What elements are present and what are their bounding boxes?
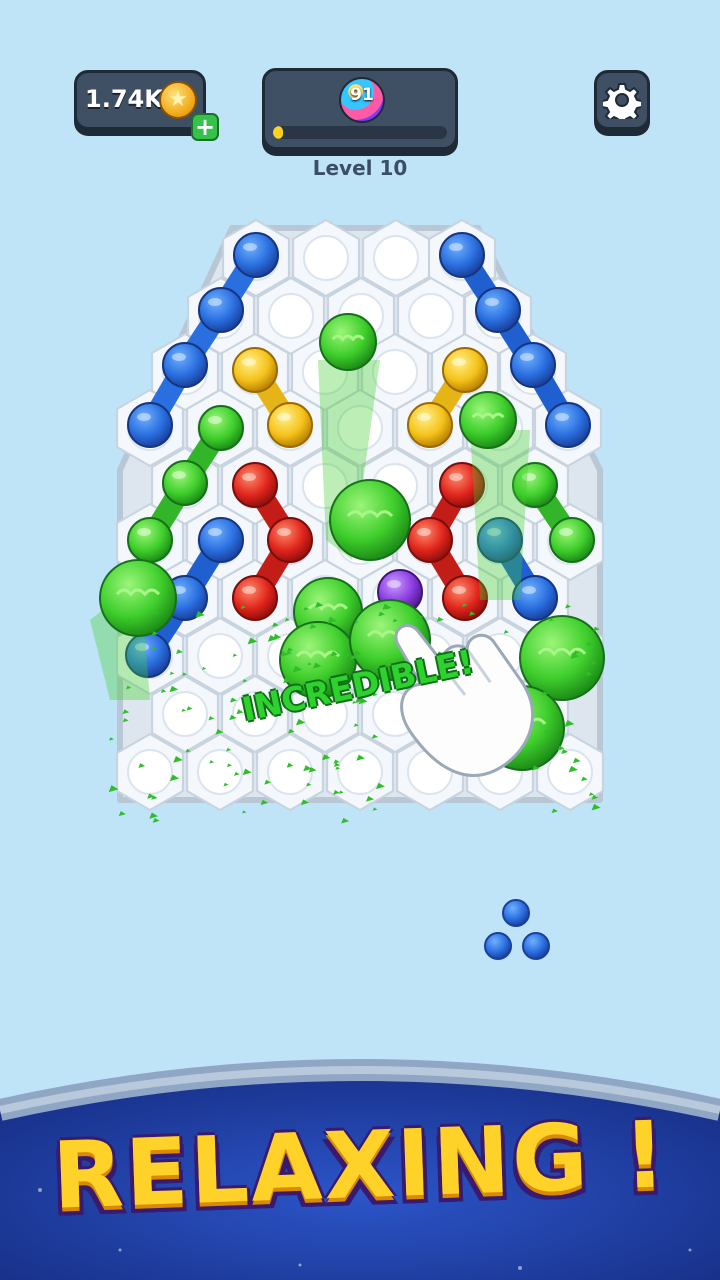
ball-shine (172, 471, 186, 479)
yellow-ball[interactable] (442, 347, 488, 393)
ball-shine (559, 528, 573, 536)
green-ball[interactable] (198, 405, 244, 451)
ball-shine (417, 528, 431, 536)
ball-shine (137, 528, 151, 536)
red-ball[interactable] (232, 575, 278, 621)
hex-board[interactable] (0, 0, 720, 1040)
ball-shine (243, 243, 257, 251)
confetti-piece (551, 808, 558, 814)
flying-green-ball (99, 559, 177, 637)
next-ball (484, 932, 512, 960)
blue-ball[interactable] (198, 517, 244, 563)
ball-shine (137, 413, 151, 421)
ball-shine (449, 473, 463, 481)
confetti-piece (152, 817, 160, 823)
confetti-piece (591, 803, 601, 811)
blue-ball[interactable] (545, 402, 591, 448)
confetti-piece (242, 810, 247, 814)
confetti-piece (118, 811, 126, 817)
hex-socket (162, 691, 208, 737)
red-ball[interactable] (407, 517, 453, 563)
yellow-ball[interactable] (232, 347, 278, 393)
ball-shine (242, 473, 256, 481)
blue-ball[interactable] (233, 232, 279, 278)
confetti-piece (109, 737, 114, 741)
hex-socket (372, 349, 418, 395)
ball-shine (387, 580, 401, 588)
ball-shine (208, 416, 222, 424)
flying-green-ball (319, 313, 377, 371)
next-ball (522, 932, 550, 960)
ball-shine (520, 353, 534, 361)
yellow-ball[interactable] (407, 402, 453, 448)
ball-shine (417, 413, 431, 421)
flying-green-ball (329, 479, 411, 561)
ball-shine (277, 413, 291, 421)
ball-shine (522, 586, 536, 594)
next-ball (502, 899, 530, 927)
green-ball[interactable] (549, 517, 595, 563)
green-ball[interactable] (127, 517, 173, 563)
ball-shine (208, 298, 222, 306)
hex-socket (267, 749, 313, 795)
next-balls[interactable] (484, 899, 550, 960)
red-ball[interactable] (232, 462, 278, 508)
ball-shine (452, 358, 466, 366)
ball-shine (242, 358, 256, 366)
ball-shine (172, 353, 186, 361)
yellow-ball[interactable] (267, 402, 313, 448)
blue-ball[interactable] (475, 287, 521, 333)
blue-ball[interactable] (510, 342, 556, 388)
hex-socket (127, 749, 173, 795)
blue-ball[interactable] (162, 342, 208, 388)
ball-shine (242, 586, 256, 594)
confetti-piece (341, 817, 350, 824)
hex-socket (197, 749, 243, 795)
hex-socket (408, 293, 454, 339)
ball-shine (485, 298, 499, 306)
hex-socket (303, 235, 349, 281)
flying-green-ball (459, 391, 517, 449)
ball-shine (449, 243, 463, 251)
green-ball[interactable] (162, 460, 208, 506)
confetti-piece (372, 807, 378, 811)
red-ball[interactable] (267, 517, 313, 563)
hex-socket (268, 293, 314, 339)
ball-shine (277, 528, 291, 536)
hex-socket (373, 235, 419, 281)
confetti-piece (149, 812, 159, 819)
blue-ball[interactable] (439, 232, 485, 278)
blue-ball[interactable] (127, 402, 173, 448)
ball-shine (208, 528, 222, 536)
blue-ball[interactable] (198, 287, 244, 333)
ball-shine (555, 413, 569, 421)
ball-shine (452, 586, 466, 594)
